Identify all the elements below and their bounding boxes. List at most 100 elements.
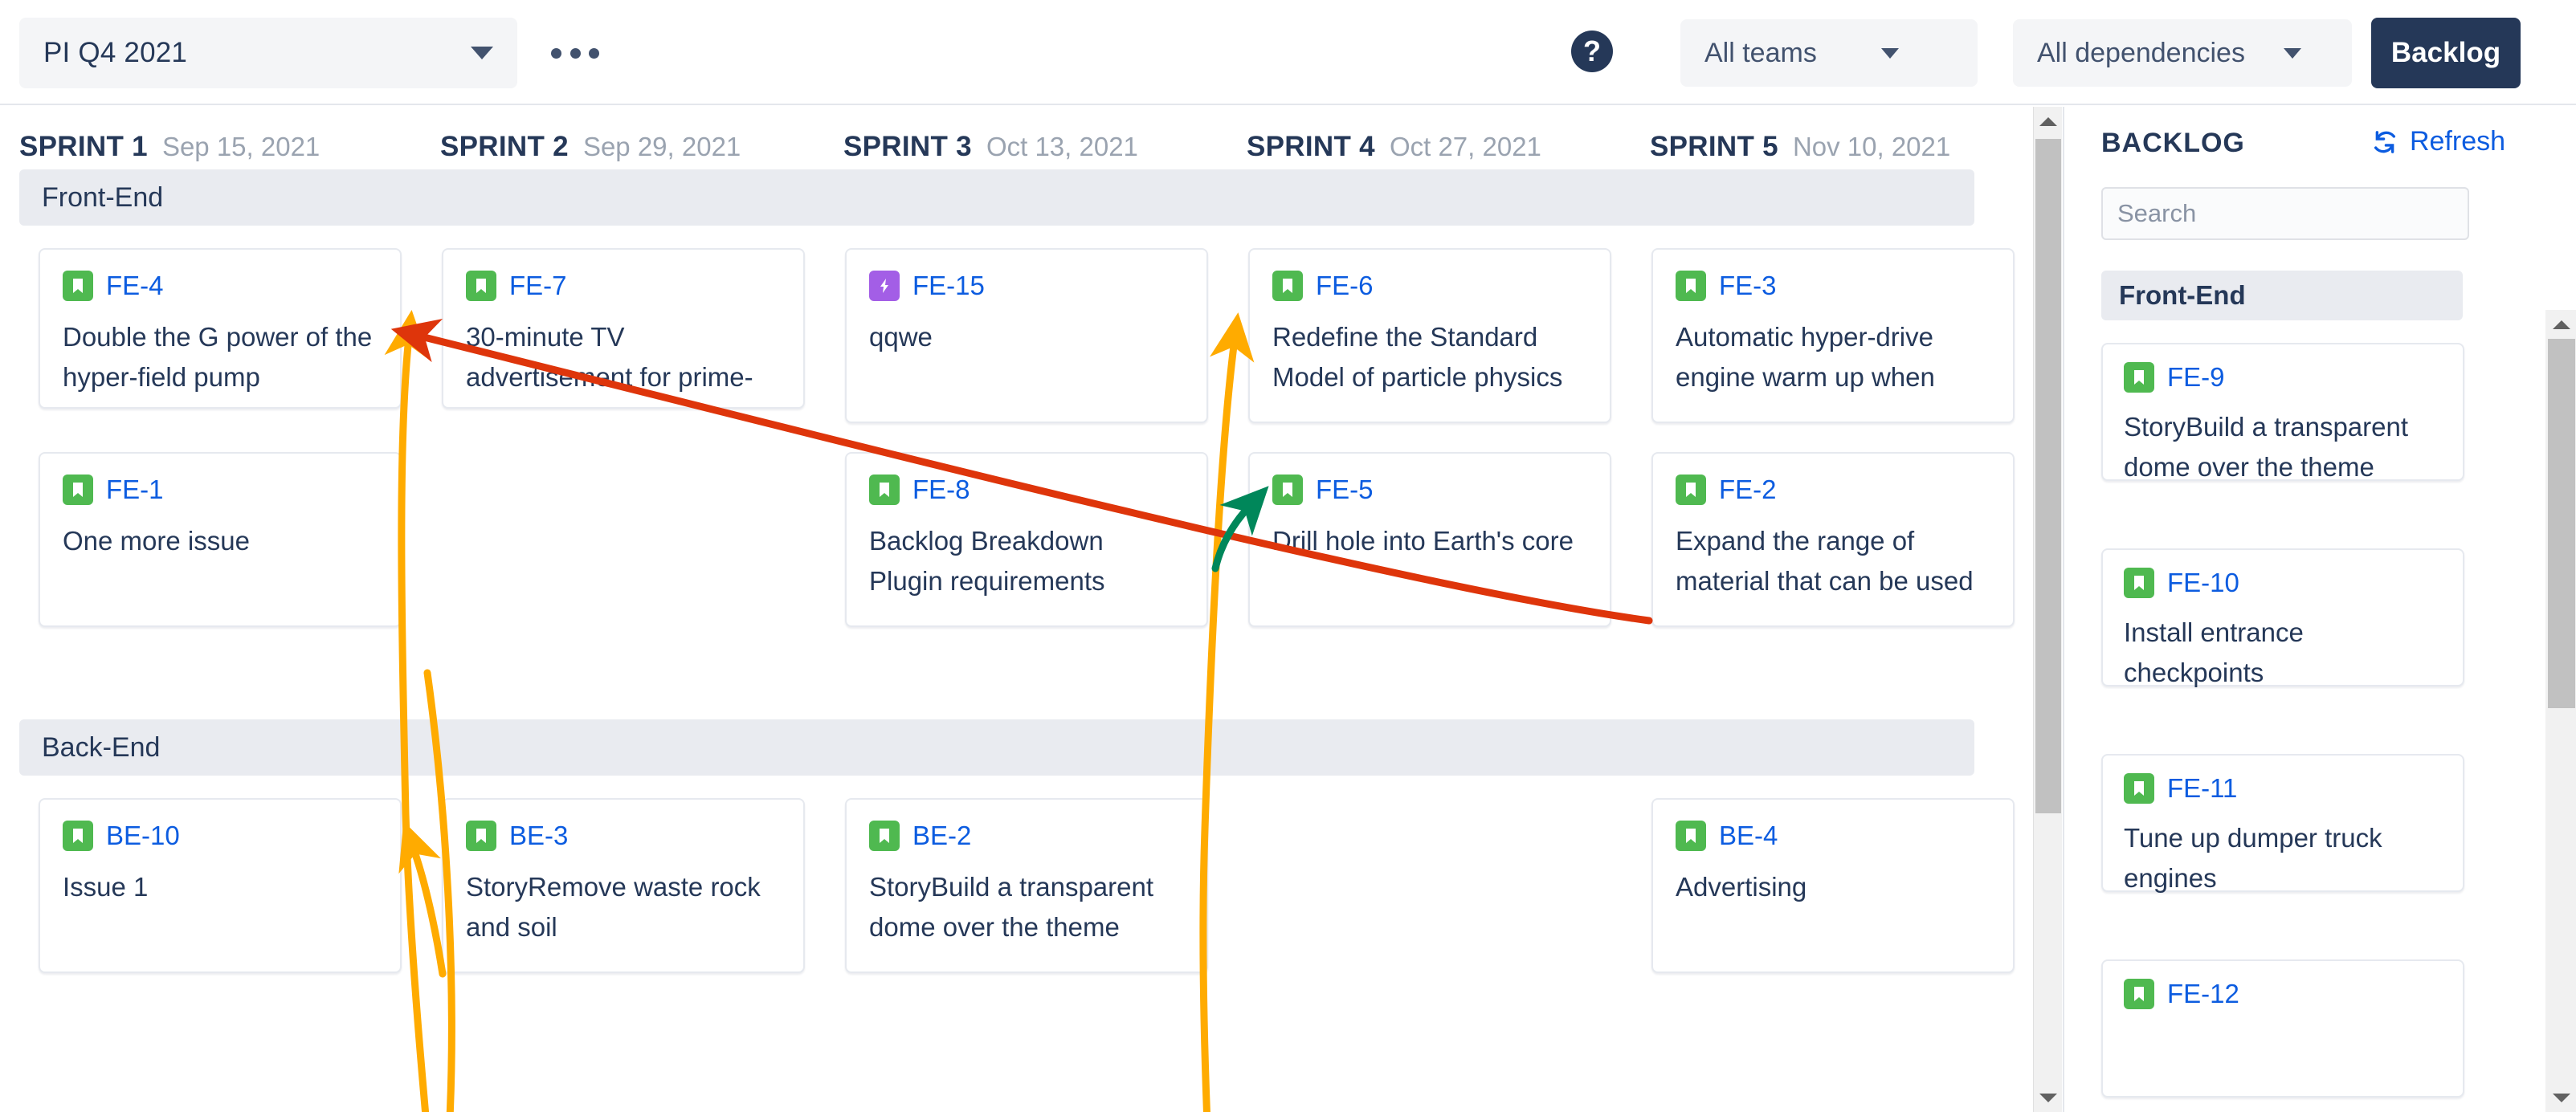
backlog-vertical-scrollbar[interactable] [2545, 310, 2576, 1112]
issue-summary: qqwe [869, 322, 933, 352]
triangle-up-icon [2039, 116, 2057, 126]
issue-key[interactable]: BE-4 [1719, 821, 1778, 851]
board-card-be-4[interactable]: BE-4 Advertising [1651, 798, 2015, 973]
issue-summary: Advertising [1676, 872, 1807, 902]
group-band-label: Front-End [42, 181, 164, 213]
sprint-header-row: SPRINT 1 Sep 15, 2021 SPRINT 2 Sep 29, 2… [0, 107, 2033, 163]
chevron-down-icon [471, 47, 493, 59]
scroll-up-arrow-icon[interactable] [2034, 107, 2063, 136]
sprint-name: SPRINT 4 [1247, 131, 1375, 162]
pi-selector[interactable]: PI Q4 2021 [19, 18, 517, 88]
issue-summary: StoryBuild a transparent dome over the t… [2124, 412, 2409, 482]
issue-summary: One more issue [63, 526, 250, 556]
sprint-name: SPRINT 5 [1650, 131, 1778, 162]
issue-summary: Backlog Breakdown Plugin requirements [869, 526, 1105, 596]
story-type-icon [1676, 271, 1706, 301]
sprint-header-4[interactable]: SPRINT 4 Oct 27, 2021 [1247, 131, 1541, 163]
issue-key[interactable]: FE-15 [912, 271, 985, 301]
more-horizontal-icon-dot [551, 47, 561, 59]
issue-key[interactable]: BE-3 [509, 821, 568, 851]
top-toolbar: PI Q4 2021 ? All teams All dependencies … [0, 0, 2576, 105]
sprint-date: Oct 27, 2021 [1389, 132, 1541, 161]
issue-summary: Expand the range of material that can be… [1676, 526, 1974, 596]
program-board[interactable]: SPRINT 1 Sep 15, 2021 SPRINT 2 Sep 29, 2… [0, 107, 2033, 1112]
sprint-header-3[interactable]: SPRINT 3 Oct 13, 2021 [843, 131, 1138, 163]
board-card-fe-8[interactable]: FE-8 Backlog Breakdown Plugin requiremen… [845, 452, 1208, 627]
story-type-icon [869, 475, 900, 505]
board-card-fe-2[interactable]: FE-2 Expand the range of material that c… [1651, 452, 2015, 627]
story-type-icon [2124, 362, 2154, 393]
board-card-fe-4[interactable]: FE-4 Double the G power of the hyper-fie… [39, 248, 402, 409]
board-card-be-3[interactable]: BE-3 StoryRemove waste rock and soil [442, 798, 805, 973]
issue-key[interactable]: FE-5 [1316, 475, 1374, 505]
backlog-card-fe-9[interactable]: FE-9 StoryBuild a transparent dome over … [2101, 343, 2464, 482]
board-card-be-2[interactable]: BE-2 StoryBuild a transparent dome over … [845, 798, 1208, 973]
more-options-button[interactable] [551, 39, 599, 67]
sprint-header-5[interactable]: SPRINT 5 Nov 10, 2021 [1650, 131, 1950, 163]
backlog-card-fe-11[interactable]: FE-11 Tune up dumper truck engines [2101, 754, 2464, 893]
scroll-down-arrow-icon[interactable] [2034, 1083, 2063, 1112]
issue-key[interactable]: BE-2 [912, 821, 971, 851]
sprint-date: Sep 29, 2021 [582, 132, 741, 161]
issue-key[interactable]: FE-8 [912, 475, 970, 505]
issue-key[interactable]: FE-1 [106, 475, 164, 505]
issue-key[interactable]: FE-10 [2167, 568, 2239, 598]
story-type-icon [466, 271, 496, 301]
teams-filter-label: All teams [1704, 37, 1817, 68]
teams-filter-dropdown[interactable]: All teams [1680, 19, 1978, 87]
story-type-icon [63, 475, 93, 505]
backlog-scrollbar-thumb[interactable] [2548, 339, 2575, 708]
issue-key[interactable]: FE-7 [509, 271, 567, 301]
issue-summary: StoryBuild a transparent dome over the t… [869, 872, 1154, 942]
help-icon-glyph: ? [1583, 35, 1601, 67]
issue-summary: Drill hole into Earth's core [1272, 526, 1574, 556]
story-type-icon [1272, 475, 1303, 505]
dependencies-filter-dropdown[interactable]: All dependencies [2013, 19, 2352, 87]
board-card-be-10[interactable]: BE-10 Issue 1 [39, 798, 402, 973]
board-card-fe-5[interactable]: FE-5 Drill hole into Earth's core [1248, 452, 1611, 627]
board-vertical-scrollbar[interactable] [2033, 107, 2062, 1112]
issue-key[interactable]: FE-12 [2167, 979, 2239, 1009]
backlog-panel: BACKLOG Refresh Front-End FE-9 StoryBuil… [2063, 107, 2576, 1112]
issue-key[interactable]: FE-3 [1719, 271, 1777, 301]
issue-key[interactable]: FE-6 [1316, 271, 1374, 301]
issue-key[interactable]: FE-11 [2167, 773, 2237, 804]
board-card-fe-6[interactable]: FE-6 Redefine the Standard Model of part… [1248, 248, 1611, 423]
issue-key[interactable]: BE-10 [106, 821, 180, 851]
refresh-button[interactable]: Refresh [2371, 126, 2505, 157]
epic-type-icon [869, 271, 900, 301]
backlog-card-fe-10[interactable]: FE-10 Install entrance checkpoints [2101, 548, 2464, 687]
sprint-header-2[interactable]: SPRINT 2 Sep 29, 2021 [440, 131, 741, 163]
issue-key[interactable]: FE-9 [2167, 362, 2225, 393]
issue-summary: Double the G power of the hyper-field pu… [63, 322, 373, 392]
help-icon[interactable]: ? [1571, 31, 1613, 72]
search-input[interactable] [2101, 187, 2469, 240]
issue-key[interactable]: FE-2 [1719, 475, 1777, 505]
backlog-toggle-button[interactable]: Backlog [2371, 18, 2521, 88]
board-card-fe-1[interactable]: FE-1 One more issue [39, 452, 402, 627]
sprint-date: Sep 15, 2021 [161, 132, 320, 161]
story-type-icon [2124, 568, 2154, 598]
board-card-fe-15[interactable]: FE-15 qqwe [845, 248, 1208, 423]
board-card-fe-7[interactable]: FE-7 30-minute TV advertisement for prim… [442, 248, 805, 409]
scroll-up-arrow-icon[interactable] [2545, 310, 2576, 339]
board-scrollbar-thumb[interactable] [2035, 139, 2061, 813]
scroll-down-arrow-icon[interactable] [2545, 1083, 2576, 1112]
backlog-panel-title: BACKLOG [2101, 128, 2245, 158]
group-band-back-end[interactable]: Back-End [19, 719, 1974, 776]
issue-key[interactable]: FE-4 [106, 271, 164, 301]
board-card-fe-3[interactable]: FE-3 Automatic hyper-drive engine warm u… [1651, 248, 2015, 423]
backlog-group-front-end[interactable]: Front-End [2101, 271, 2463, 320]
issue-summary: Redefine the Standard Model of particle … [1272, 322, 1563, 392]
sprint-name: SPRINT 3 [843, 131, 972, 162]
story-type-icon [1676, 475, 1706, 505]
group-band-label: Back-End [42, 731, 161, 763]
chevron-down-icon [2283, 47, 2301, 59]
group-band-front-end[interactable]: Front-End [19, 169, 1974, 226]
sprint-date: Oct 13, 2021 [986, 132, 1138, 161]
dependencies-filter-label: All dependencies [2037, 37, 2245, 68]
refresh-label: Refresh [2410, 126, 2506, 157]
backlog-card-fe-12[interactable]: FE-12 [2101, 959, 2464, 1098]
story-type-icon [1272, 271, 1303, 301]
sprint-header-1[interactable]: SPRINT 1 Sep 15, 2021 [19, 131, 320, 163]
